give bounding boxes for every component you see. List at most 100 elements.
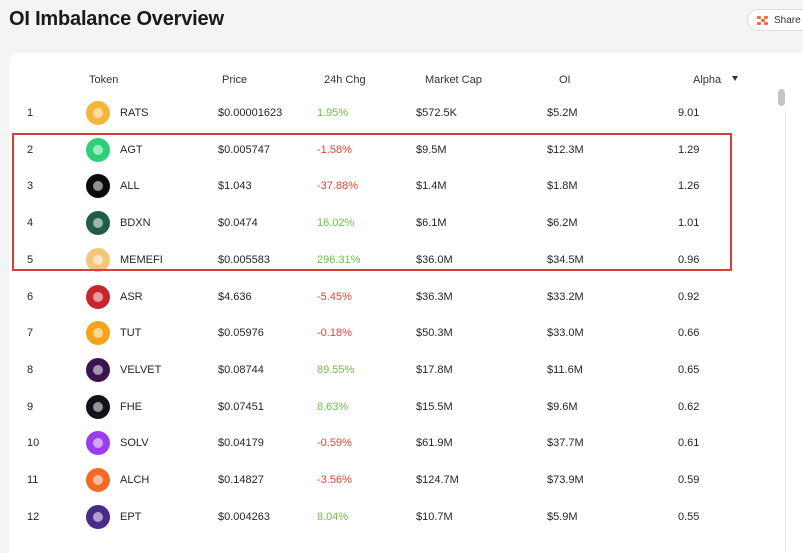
price-cell: $0.005747 xyxy=(218,143,270,156)
change-cell: 1.95% xyxy=(317,107,349,119)
agt-logo-icon xyxy=(86,137,110,162)
oi-cell: $73.9M xyxy=(547,474,584,486)
market-cap-cell: $10.7M xyxy=(416,510,453,523)
change-cell: -1.58% xyxy=(317,143,352,156)
market-cap-cell: $124.7M xyxy=(416,474,459,486)
table-row[interactable]: 1 RATS $0.00001623 1.95% $572.5K $5.2M 9.01 xyxy=(0,98,803,128)
share-button[interactable]: Share xyxy=(747,9,803,31)
token-name: MEMEFI xyxy=(120,253,163,266)
oi-cell: $33.2M xyxy=(547,290,584,303)
change-cell: -0.18% xyxy=(317,327,352,340)
market-cap-cell: $9.5M xyxy=(416,143,447,156)
rank-cell: 5 xyxy=(27,253,34,266)
rank-cell: 7 xyxy=(27,327,34,340)
column-header-oi[interactable]: OI xyxy=(559,74,571,86)
column-header-token[interactable]: Token xyxy=(89,74,118,86)
oi-cell: $1.8M xyxy=(547,180,578,193)
oi-cell: $6.2M xyxy=(547,217,578,230)
alpha-cell: 1.26 xyxy=(678,180,700,193)
market-cap-cell: $572.5K xyxy=(416,107,457,119)
price-cell: $0.07451 xyxy=(218,400,264,413)
column-header-market-cap[interactable]: Market Cap xyxy=(425,74,482,86)
alpha-cell: 0.65 xyxy=(678,363,700,376)
table-row[interactable]: 7 TUT $0.05976 -0.18% $50.3M $33.0M 0.66 xyxy=(0,318,803,348)
change-cell: 8.63% xyxy=(317,400,349,413)
alpha-cell: 1.29 xyxy=(678,143,700,156)
scrollbar-track xyxy=(785,111,786,551)
fhe-logo-icon xyxy=(86,394,110,419)
rank-cell: 9 xyxy=(27,400,34,413)
price-cell: $0.004263 xyxy=(218,510,270,523)
change-cell: 296.31% xyxy=(317,253,361,266)
column-header-24h-chg[interactable]: 24h Chg xyxy=(324,74,366,86)
price-cell: $0.05976 xyxy=(218,327,264,340)
rank-cell: 12 xyxy=(27,510,40,523)
change-cell: 8.04% xyxy=(317,510,349,523)
rank-cell: 4 xyxy=(27,217,34,230)
share-label: Share xyxy=(774,14,801,26)
oi-cell: $5.2M xyxy=(547,107,578,119)
price-cell: $4.636 xyxy=(218,290,252,303)
rank-cell: 8 xyxy=(27,363,34,376)
table-row[interactable]: 6 ASR $4.636 -5.45% $36.3M $33.2M 0.92 xyxy=(0,282,803,312)
rank-cell: 10 xyxy=(27,437,40,450)
column-header-alpha[interactable]: Alpha xyxy=(693,74,721,86)
bdxn-logo-icon xyxy=(86,211,110,236)
table-row[interactable]: 2 AGT $0.005747 -1.58% $9.5M $12.3M 1.29 xyxy=(0,135,803,165)
token-name: ASR xyxy=(120,290,143,303)
table-row[interactable]: 3 ALL $1.043 -37.88% $1.4M $1.8M 1.26 xyxy=(0,171,803,201)
caret-down-icon[interactable] xyxy=(732,76,738,81)
token-name: RATS xyxy=(120,107,149,119)
table-row[interactable]: 4 BDXN $0.0474 16.02% $6.1M $6.2M 1.01 xyxy=(0,208,803,238)
change-cell: -0.59% xyxy=(317,437,352,450)
token-name: VELVET xyxy=(120,363,162,376)
price-cell: $0.005583 xyxy=(218,253,270,266)
oi-cell: $33.0M xyxy=(547,327,584,340)
solv-logo-icon xyxy=(86,431,110,456)
price-cell: $0.14827 xyxy=(218,474,264,486)
table-row[interactable]: 5 MEMEFI $0.005583 296.31% $36.0M $34.5M 0.96 xyxy=(0,245,803,275)
ept-logo-icon xyxy=(86,504,110,529)
alpha-cell: 0.59 xyxy=(678,474,700,486)
scrollbar[interactable] xyxy=(776,88,788,551)
market-cap-cell: $36.3M xyxy=(416,290,453,303)
alpha-cell: 0.96 xyxy=(678,253,700,266)
rank-cell: 2 xyxy=(27,143,34,156)
price-cell: $0.08744 xyxy=(218,363,264,376)
change-cell: 89.55% xyxy=(317,363,355,376)
tut-logo-icon xyxy=(86,321,110,346)
market-cap-cell: $6.1M xyxy=(416,217,447,230)
token-name: SOLV xyxy=(120,437,149,450)
market-cap-cell: $1.4M xyxy=(416,180,447,193)
rank-cell: 11 xyxy=(27,474,39,486)
table-header: Token Price 24h Chg Market Cap OI Alpha xyxy=(0,74,803,88)
velvet-logo-icon xyxy=(86,357,110,382)
rank-cell: 6 xyxy=(27,290,34,303)
market-cap-cell: $50.3M xyxy=(416,327,453,340)
table-row[interactable]: 10 SOLV $0.04179 -0.59% $61.9M $37.7M 0.61 xyxy=(0,428,803,458)
market-cap-cell: $17.8M xyxy=(416,363,453,376)
token-name: AGT xyxy=(120,143,143,156)
token-name: BDXN xyxy=(120,217,151,230)
table-row[interactable]: 9 FHE $0.07451 8.63% $15.5M $9.6M 0.62 xyxy=(0,392,803,422)
token-name: FHE xyxy=(120,400,142,413)
table-row[interactable]: 11 ALCH $0.14827 -3.56% $124.7M $73.9M 0.59 xyxy=(0,465,803,495)
rats-logo-icon xyxy=(86,101,110,125)
table-row[interactable]: 8 VELVET $0.08744 89.55% $17.8M $11.6M 0.65 xyxy=(0,355,803,385)
alpha-cell: 1.01 xyxy=(678,217,700,230)
token-name: ALL xyxy=(120,180,140,193)
oi-cell: $5.9M xyxy=(547,510,578,523)
column-header-price[interactable]: Price xyxy=(222,74,247,86)
scrollbar-thumb[interactable] xyxy=(778,89,785,106)
market-cap-cell: $36.0M xyxy=(416,253,453,266)
oi-cell: $37.7M xyxy=(547,437,584,450)
token-name: TUT xyxy=(120,327,142,340)
price-cell: $1.043 xyxy=(218,180,252,193)
rank-cell: 1 xyxy=(27,107,34,119)
table-row[interactable]: 12 EPT $0.004263 8.04% $10.7M $5.9M 0.55 xyxy=(0,502,803,532)
rank-cell: 3 xyxy=(27,180,34,193)
change-cell: 16.02% xyxy=(317,217,355,230)
oi-cell: $11.6M xyxy=(547,363,583,376)
price-cell: $0.0474 xyxy=(218,217,258,230)
market-cap-cell: $61.9M xyxy=(416,437,453,450)
